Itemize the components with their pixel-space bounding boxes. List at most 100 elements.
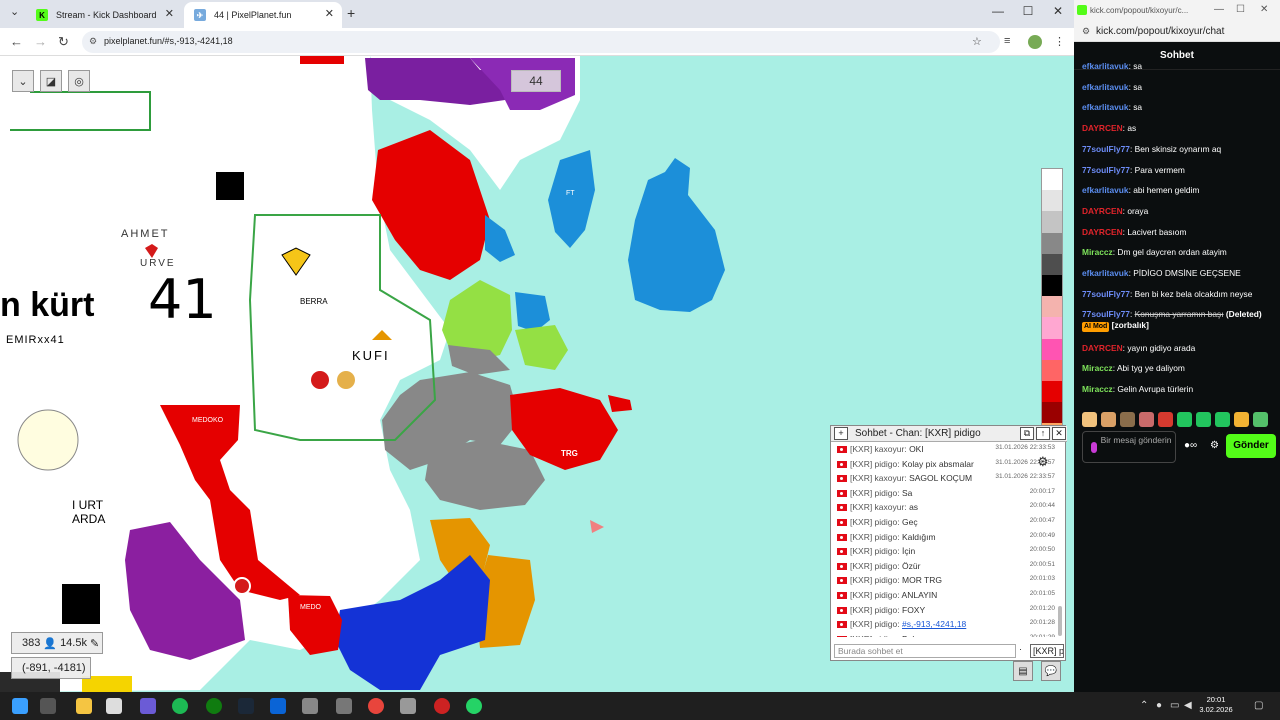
chat-username[interactable]: [KXR] pidigo:	[850, 575, 900, 585]
chat-username[interactable]: [KXR] pidigo:	[850, 517, 900, 527]
back-icon[interactable]: ←	[10, 34, 23, 49]
kick-username[interactable]: Miraccz	[1082, 363, 1113, 373]
kick-username[interactable]: 77soulFly77	[1082, 165, 1130, 175]
send-button[interactable]: Gönder	[1226, 434, 1276, 458]
palette-swatch[interactable]	[1042, 232, 1062, 254]
chat-username[interactable]: [KXR] pidigo:	[850, 546, 900, 556]
emote-icon[interactable]	[1177, 412, 1192, 427]
kick-chat-input[interactable]: Bir mesaj gönderin	[1082, 431, 1176, 463]
profile-avatar[interactable]	[1028, 35, 1042, 49]
chat-username[interactable]: [KXR] pidigo:	[850, 619, 900, 629]
settings-icon[interactable]	[336, 698, 352, 714]
emote-icon[interactable]	[1120, 412, 1135, 427]
close-tab-icon[interactable]: ✕	[165, 7, 174, 20]
emote-icon[interactable]	[1234, 412, 1249, 427]
xbox-icon[interactable]	[206, 698, 222, 714]
palette-swatch[interactable]	[1042, 169, 1062, 191]
chat-username[interactable]: [KXR] pidigo:	[850, 488, 900, 498]
toggle-grid-button[interactable]: ◪	[40, 70, 62, 92]
kick-username[interactable]: efkarlitavuk	[1082, 268, 1129, 278]
kick-username[interactable]: DAYRCEN	[1082, 123, 1123, 133]
kick-username[interactable]: efkarlitavuk	[1082, 185, 1129, 195]
chat-username[interactable]: [KXR] pidigo:	[850, 561, 900, 571]
chat-window-button[interactable]: ▤	[1013, 661, 1033, 681]
channel-select[interactable]: [KXR] pi	[1030, 644, 1064, 658]
kick-username[interactable]: efkarlitavuk	[1082, 102, 1129, 112]
chat-username[interactable]: [KXR] pidigo:	[850, 532, 900, 542]
maximize-icon[interactable]: ☐	[1018, 4, 1038, 18]
kick-url-bar[interactable]: ⚙ kick.com/popout/kixoyur/chat	[1074, 22, 1280, 42]
site-info-icon[interactable]: ⚙	[89, 36, 97, 47]
palette-swatch[interactable]	[1042, 317, 1062, 339]
mail-icon[interactable]	[270, 698, 286, 714]
popout-icon[interactable]: ⧉	[1020, 427, 1034, 440]
palette-swatch[interactable]	[1042, 253, 1062, 276]
kick-username[interactable]: 77soulFly77	[1082, 309, 1130, 319]
pin-icon[interactable]: ↑	[1036, 427, 1050, 440]
close-chat-icon[interactable]: ✕	[1052, 427, 1066, 440]
kick-username[interactable]: efkarlitavuk	[1082, 61, 1129, 71]
emote-icon[interactable]	[1139, 412, 1154, 427]
media-icon[interactable]: ≡	[1004, 35, 1010, 47]
tab-search-icon[interactable]: ⌄	[10, 5, 19, 18]
steam-icon[interactable]	[238, 698, 254, 714]
close-tab-icon[interactable]: ✕	[325, 7, 334, 20]
chrome-icon[interactable]	[368, 698, 384, 714]
tab-kick-dashboard[interactable]: K Stream - Kick Dashboard ✕	[26, 2, 182, 28]
microphone-icon[interactable]	[1091, 442, 1097, 453]
history-button[interactable]: ◎	[68, 70, 90, 92]
kick-username[interactable]: 77soulFly77	[1082, 289, 1130, 299]
close-window-icon[interactable]: ✕	[1260, 4, 1268, 15]
chat-username[interactable]: [KXR] pidigo:	[850, 590, 900, 600]
reload-icon[interactable]: ↻	[58, 34, 69, 50]
coordinates-display[interactable]: (-891, -4181)	[11, 657, 91, 679]
chat-input[interactable]: Burada sohbet et	[834, 644, 1016, 658]
tab-pixelplanet[interactable]: ✈ 44 | PixelPlanet.fun ✕	[184, 2, 342, 28]
emote-bar[interactable]	[1082, 412, 1272, 428]
pixel-canvas[interactable]: AHMET URVE n kürt 41 EMIRxx41 BERRA KUFI…	[0, 56, 1074, 692]
emote-picker-icon[interactable]: ●∞	[1184, 440, 1197, 451]
palette-swatch[interactable]	[1042, 275, 1062, 297]
add-channel-icon[interactable]: +	[834, 427, 848, 440]
kick-username[interactable]: DAYRCEN	[1082, 227, 1123, 237]
whatsapp-icon[interactable]	[466, 698, 482, 714]
clock[interactable]: 20:01 3.02.2026	[1196, 695, 1236, 715]
palette-swatch[interactable]	[1042, 211, 1062, 233]
minimize-icon[interactable]: —	[1214, 4, 1224, 15]
kick-message-list[interactable]: efkarlitavuk: sa efkarlitavuk: sa efkarlit…	[1082, 61, 1274, 407]
chat-username[interactable]: [KXR] kaxoyur:	[850, 444, 907, 454]
palette-swatch[interactable]	[1042, 359, 1062, 382]
tray-chevron-icon[interactable]: ⌃	[1140, 700, 1148, 711]
emote-icon[interactable]	[1101, 412, 1116, 427]
store-icon[interactable]	[106, 698, 122, 714]
palette-swatch[interactable]	[1042, 381, 1062, 403]
bookmark-star-icon[interactable]: ☆	[972, 35, 982, 48]
copilot-icon[interactable]	[140, 698, 156, 714]
file-explorer-icon[interactable]	[76, 698, 92, 714]
chat-message-text[interactable]: #s,-913,-4241,18	[902, 619, 966, 629]
maximize-icon[interactable]: ☐	[1236, 4, 1245, 15]
start-icon[interactable]	[12, 698, 28, 714]
palette-swatch[interactable]	[1042, 338, 1062, 360]
chat-username[interactable]: [KXR] kaxoyur:	[850, 473, 907, 483]
obs-icon[interactable]	[434, 698, 450, 714]
chat-scrollbar[interactable]	[1058, 606, 1062, 636]
palette-swatch[interactable]	[1042, 402, 1062, 424]
notification-icon[interactable]: ▢	[1254, 700, 1263, 711]
app-icon[interactable]	[302, 698, 318, 714]
menu-icon[interactable]: ⋮	[1054, 35, 1065, 48]
minimize-icon[interactable]: —	[988, 4, 1008, 18]
task-view-icon[interactable]	[40, 698, 56, 714]
kick-username[interactable]: 77soulFly77	[1082, 144, 1130, 154]
emote-icon[interactable]	[1215, 412, 1230, 427]
kick-username[interactable]: Miraccz	[1082, 384, 1113, 394]
kick-username[interactable]: efkarlitavuk	[1082, 82, 1129, 92]
gear-icon[interactable]: ⚙	[1037, 454, 1049, 470]
new-tab-button[interactable]: +	[347, 5, 355, 21]
spotify-icon[interactable]	[172, 698, 188, 714]
chat-username[interactable]: [KXR] kaxoyur:	[850, 502, 907, 512]
chat-message-list[interactable]: [KXR] kaxoyur: OKI 31.01.2026 22:33:53 [KX…	[835, 443, 1055, 637]
microphone-tray-icon[interactable]: ●	[1156, 700, 1162, 711]
emote-icon[interactable]	[1082, 412, 1097, 427]
dropdown-tool-button[interactable]: ⌄	[12, 70, 34, 92]
